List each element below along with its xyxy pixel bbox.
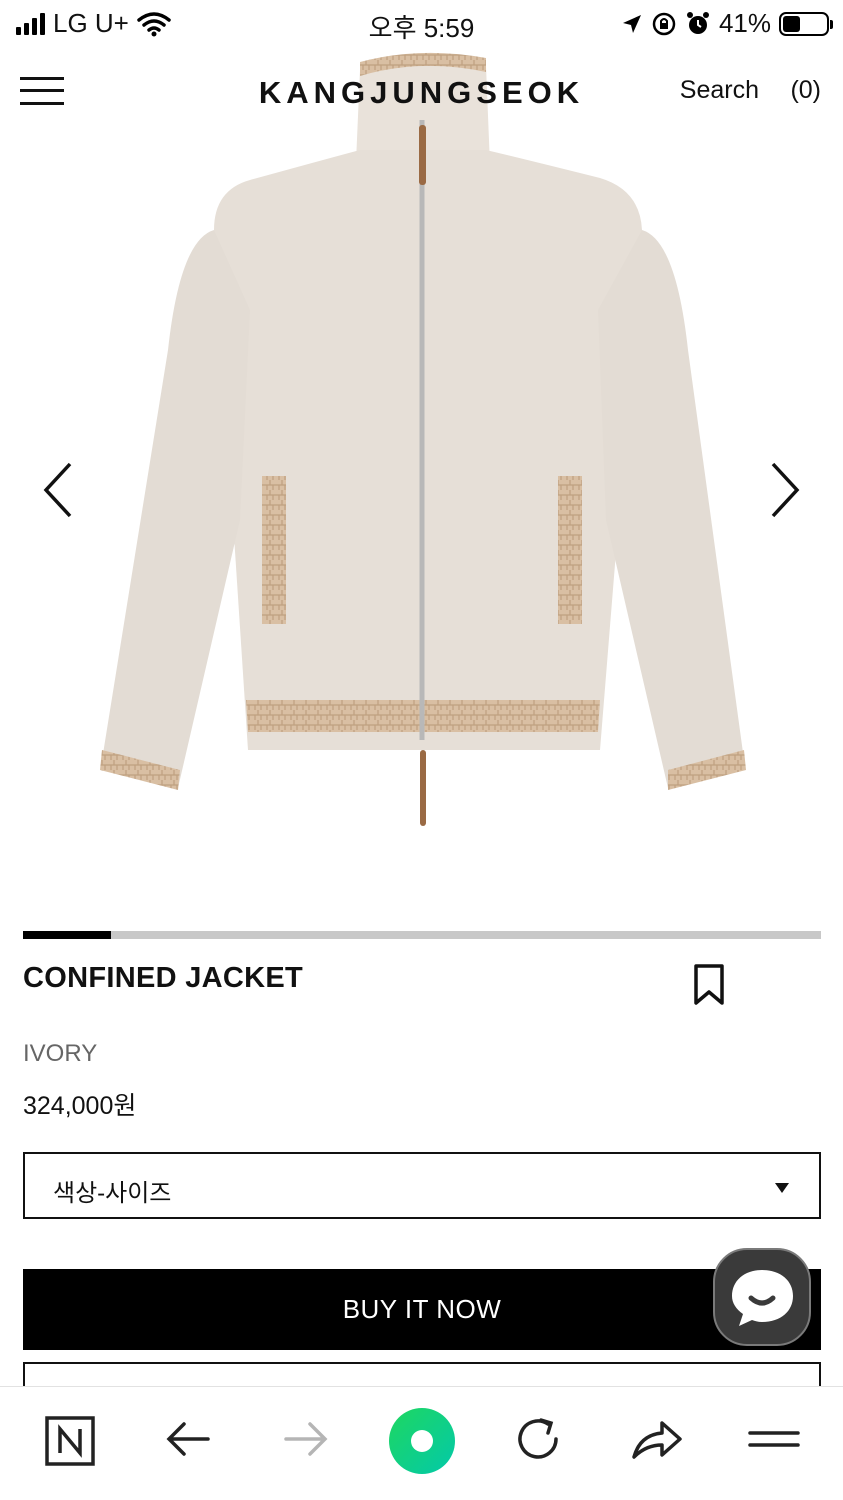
share-icon [632, 1421, 682, 1459]
back-arrow-icon [166, 1422, 210, 1456]
share-button[interactable] [626, 1409, 686, 1469]
status-bar: LG U+ 오후 5:59 41% [0, 0, 843, 48]
battery-percent: 41% [718, 8, 771, 38]
location-icon [622, 14, 641, 33]
rotation-lock-icon [652, 12, 676, 35]
product-image[interactable] [0, 50, 843, 880]
product-color: IVORY [23, 1040, 98, 1067]
status-right: 41% [621, 8, 833, 39]
site-header: KANGJUNGSEOK Search (0) [0, 60, 843, 124]
battery-icon [779, 11, 833, 36]
gallery-progress-fill [23, 931, 111, 939]
gallery-progress-bar [23, 931, 821, 939]
menu-icon [748, 1431, 800, 1447]
naver-n-icon [45, 1416, 95, 1466]
naver-home-icon [389, 1408, 455, 1474]
back-button[interactable] [158, 1409, 218, 1469]
forward-arrow-icon [284, 1422, 328, 1456]
buy-now-button[interactable]: BUY IT NOW [23, 1269, 821, 1350]
next-image-button[interactable] [765, 460, 805, 520]
chat-button[interactable] [713, 1248, 811, 1346]
browser-menu-button[interactable] [744, 1409, 804, 1469]
search-link[interactable]: Search [680, 76, 759, 105]
browser-toolbar [0, 1386, 843, 1500]
bookmark-icon [694, 964, 724, 1005]
refresh-button[interactable] [508, 1409, 568, 1469]
hamburger-menu-icon[interactable] [20, 77, 64, 105]
alarm-icon [686, 11, 709, 34]
naver-home-button[interactable] [386, 1405, 458, 1477]
naver-n-button[interactable] [40, 1409, 100, 1469]
refresh-icon [518, 1418, 558, 1459]
dropdown-caret-icon [775, 1183, 789, 1193]
option-select-label: 색상-사이즈 [53, 1180, 172, 1207]
previous-image-button[interactable] [38, 460, 78, 520]
forward-button[interactable] [276, 1409, 336, 1469]
product-name: CONFINED JACKET [23, 962, 304, 994]
product-price: 324,000원 [23, 1092, 137, 1120]
cart-link[interactable]: (0) [790, 76, 821, 105]
chat-bubble-icon [732, 1270, 793, 1326]
chevron-right-icon [771, 462, 800, 518]
option-select[interactable]: 색상-사이즈 [23, 1152, 821, 1219]
chevron-left-icon [43, 462, 72, 518]
jacket-photo [100, 52, 746, 826]
bookmark-button[interactable] [692, 963, 726, 1007]
